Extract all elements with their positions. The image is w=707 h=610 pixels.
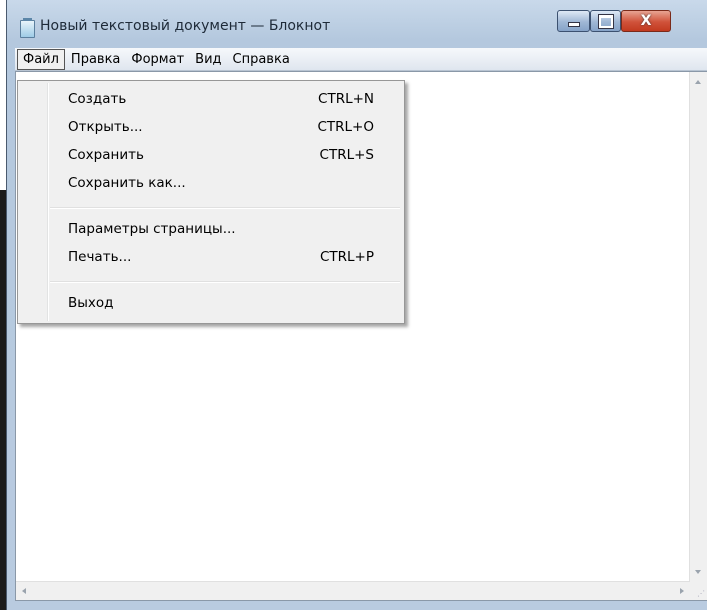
scroll-down-icon[interactable] bbox=[695, 570, 701, 574]
menu-item-exit[interactable]: Выход bbox=[18, 290, 404, 318]
menu-edit[interactable]: Правка bbox=[66, 50, 125, 69]
menu-view[interactable]: Вид bbox=[190, 50, 226, 69]
scroll-right-icon[interactable] bbox=[680, 588, 684, 594]
menu-item-shortcut: CTRL+P bbox=[319, 249, 374, 265]
title-bar[interactable]: Новый текстовый документ — Блокнот X bbox=[7, 0, 707, 48]
menu-item-save-as[interactable]: Сохранить как... bbox=[18, 170, 404, 198]
menu-item-new[interactable]: Создать CTRL+N bbox=[18, 86, 404, 114]
scroll-up-icon[interactable] bbox=[695, 80, 701, 84]
menu-item-shortcut: CTRL+S bbox=[319, 147, 374, 163]
maximize-button[interactable] bbox=[590, 10, 621, 32]
menu-bar: Файл Правка Формат Вид Справка bbox=[15, 48, 707, 71]
menu-separator bbox=[50, 281, 400, 283]
resize-grip[interactable]: ⋰ bbox=[690, 582, 707, 600]
file-menu-dropdown: Создать CTRL+N Открыть... CTRL+O Сохрани… bbox=[17, 80, 405, 324]
minimize-button[interactable] bbox=[557, 10, 590, 32]
menu-item-open[interactable]: Открыть... CTRL+O bbox=[18, 114, 404, 142]
window-title: Новый текстовый документ — Блокнот bbox=[40, 18, 331, 34]
maximize-icon bbox=[597, 13, 614, 29]
menu-item-label: Открыть... bbox=[68, 119, 143, 135]
menu-separator bbox=[50, 207, 400, 209]
menu-item-print[interactable]: Печать... CTRL+P bbox=[18, 244, 404, 272]
minimize-icon bbox=[567, 22, 580, 27]
menu-item-label: Выход bbox=[68, 295, 114, 311]
menu-item-page-setup[interactable]: Параметры страницы... bbox=[18, 216, 404, 244]
resize-grip-icon: ⋰ bbox=[697, 589, 705, 598]
menu-format[interactable]: Формат bbox=[126, 50, 189, 69]
horizontal-scrollbar[interactable] bbox=[16, 581, 690, 600]
notepad-icon bbox=[20, 18, 35, 38]
menu-help[interactable]: Справка bbox=[228, 50, 295, 69]
vertical-scrollbar[interactable] bbox=[689, 72, 707, 582]
close-icon: X bbox=[640, 13, 652, 29]
menu-file[interactable]: Файл bbox=[17, 48, 65, 70]
menu-item-shortcut: CTRL+O bbox=[317, 119, 374, 135]
menu-item-label: Печать... bbox=[68, 249, 132, 265]
menu-item-shortcut: CTRL+N bbox=[318, 91, 374, 107]
menu-item-label: Создать bbox=[68, 91, 127, 107]
menu-item-label: Сохранить как... bbox=[68, 175, 186, 191]
close-button[interactable]: X bbox=[621, 10, 671, 32]
menu-item-save[interactable]: Сохранить CTRL+S bbox=[18, 142, 404, 170]
menu-item-label: Сохранить bbox=[68, 147, 144, 163]
scroll-left-icon[interactable] bbox=[22, 588, 26, 594]
menu-item-label: Параметры страницы... bbox=[68, 221, 236, 237]
